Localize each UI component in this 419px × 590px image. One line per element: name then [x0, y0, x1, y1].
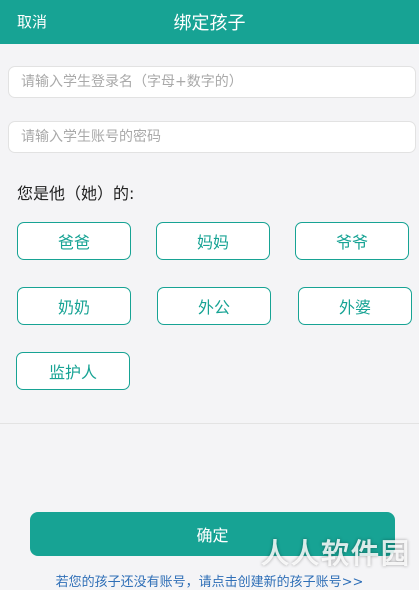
create-account-link[interactable]: 若您的孩子还没有账号，请点击创建新的孩子账号>> — [0, 571, 419, 590]
watermark-logo: 人人软件园 — [260, 537, 411, 570]
username-input[interactable] — [9, 67, 415, 97]
section-divider — [0, 423, 419, 424]
top-navigation-bar: 取消 绑定孩子 — [0, 0, 419, 44]
relation-option-father[interactable]: 爸爸 — [17, 222, 131, 260]
relation-option-paternal-grandfather[interactable]: 爷爷 — [295, 222, 409, 260]
relation-option-maternal-grandmother[interactable]: 外婆 — [298, 287, 412, 325]
relation-option-guardian[interactable]: 监护人 — [16, 352, 130, 390]
username-field — [8, 66, 416, 98]
relation-option-paternal-grandmother[interactable]: 奶奶 — [17, 287, 131, 325]
relation-option-maternal-grandfather[interactable]: 外公 — [157, 287, 271, 325]
password-field — [8, 121, 416, 153]
relation-option-mother[interactable]: 妈妈 — [156, 222, 270, 260]
relation-question: 您是他（她）的: — [17, 184, 135, 203]
password-input[interactable] — [9, 122, 415, 152]
page-title: 绑定孩子 — [173, 13, 246, 34]
